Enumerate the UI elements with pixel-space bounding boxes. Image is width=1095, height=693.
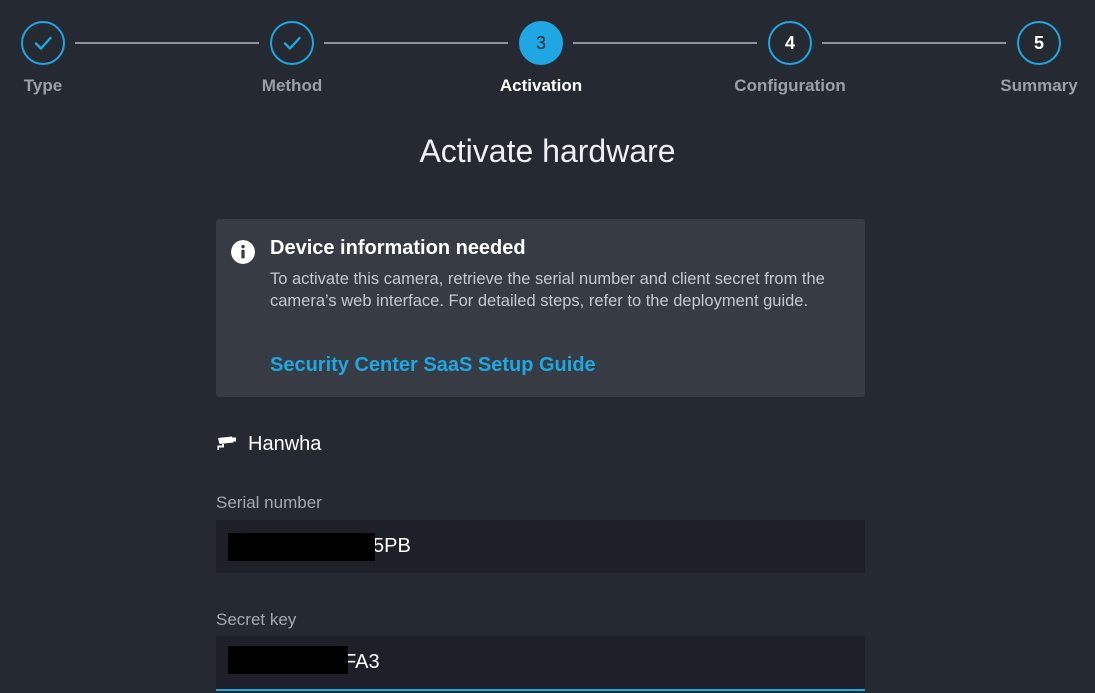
step-label-activation: Activation xyxy=(499,76,583,95)
step-connector xyxy=(324,42,508,44)
stepper: 3 4 5 Type Method Activation Configurati… xyxy=(0,0,1095,110)
device-info-notice: Device information needed To activate th… xyxy=(216,219,865,397)
step-circle xyxy=(21,21,65,65)
redaction-block xyxy=(228,646,348,674)
step-circle: 3 xyxy=(519,21,563,65)
secret-key-input[interactable]: FA3 xyxy=(216,636,865,691)
notice-body: To activate this camera, retrieve the se… xyxy=(270,270,825,310)
page-title: Activate hardware xyxy=(419,133,676,169)
notice-heading: Device information needed xyxy=(270,237,526,259)
checkmark-icon xyxy=(34,36,52,50)
step-connector xyxy=(573,42,757,44)
step-circle: 4 xyxy=(768,21,812,65)
serial-number-label: Serial number xyxy=(216,493,322,512)
step-circle xyxy=(270,21,314,65)
secret-key-label: Secret key xyxy=(216,610,297,629)
redaction-block xyxy=(228,533,375,561)
step-activation[interactable]: 3 xyxy=(519,21,563,65)
step-number: 4 xyxy=(784,32,795,53)
checkmark-icon xyxy=(283,36,301,50)
step-connector xyxy=(822,42,1006,44)
secret-key-value: FA3 xyxy=(344,651,380,673)
info-icon xyxy=(231,240,255,264)
setup-guide-link[interactable]: Security Center SaaS Setup Guide xyxy=(270,354,596,377)
step-type[interactable] xyxy=(21,21,65,65)
serial-number-input[interactable]: 5PB xyxy=(216,520,865,573)
step-label-type: Type xyxy=(23,76,63,95)
step-circle: 5 xyxy=(1017,21,1061,65)
step-label-configuration: Configuration xyxy=(734,76,846,95)
vendor-name: Hanwha xyxy=(248,433,322,455)
step-summary[interactable]: 5 xyxy=(1017,21,1061,65)
serial-number-value: 5PB xyxy=(373,535,411,557)
step-configuration[interactable]: 4 xyxy=(768,21,812,65)
step-number: 5 xyxy=(1033,32,1044,53)
step-label-summary: Summary xyxy=(1000,76,1078,95)
step-label-method: Method xyxy=(261,76,323,95)
camera-icon xyxy=(217,436,236,450)
step-method[interactable] xyxy=(270,21,314,65)
step-number: 3 xyxy=(535,32,546,53)
step-connector xyxy=(75,42,259,44)
